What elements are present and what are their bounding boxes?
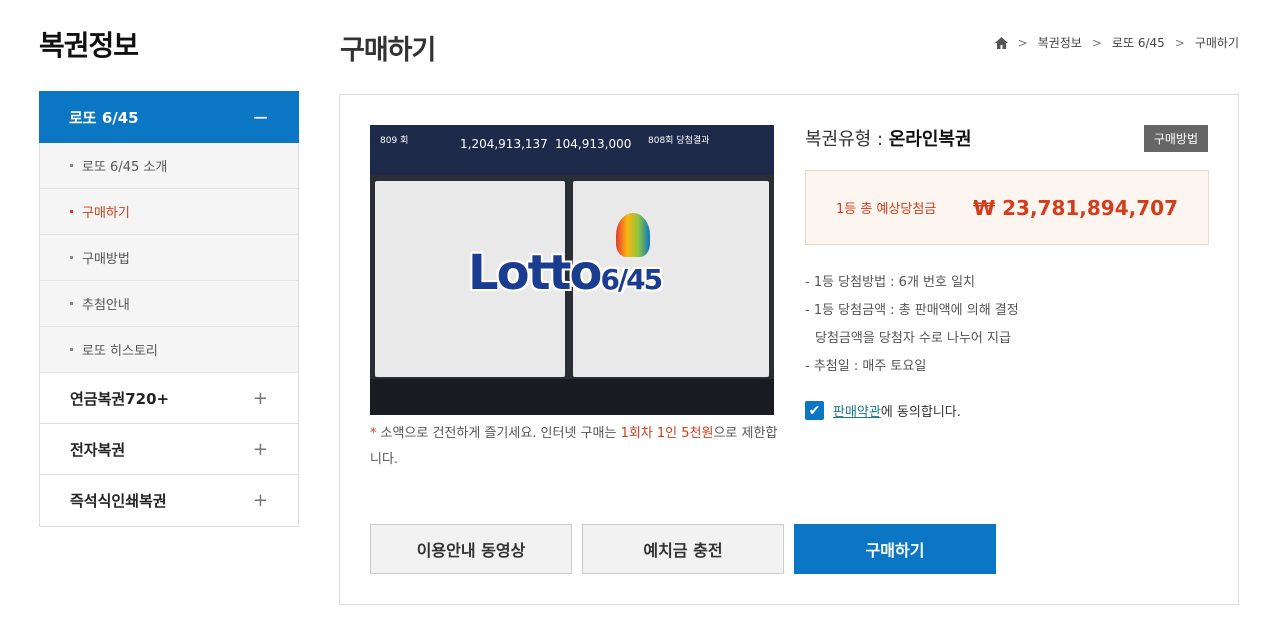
chevron-right-icon: >: [1017, 35, 1028, 50]
breadcrumb: > 복권정보 > 로또 6/45 > 구매하기: [994, 34, 1239, 51]
terms-checkbox[interactable]: ✔: [805, 401, 824, 420]
jackpot-estimate-box: 1등 총 예상당첨금 ₩ 23,781,894,707: [805, 170, 1209, 245]
breadcrumb-item[interactable]: 로또 6/45: [1112, 34, 1165, 51]
breadcrumb-item[interactable]: 복권정보: [1038, 34, 1082, 51]
expand-icon[interactable]: +: [253, 439, 268, 460]
chevron-right-icon: >: [1091, 35, 1102, 50]
info-line: - 1등 당첨방법 : 6개 번호 일치: [805, 275, 976, 290]
prize-info-list: - 1등 당첨방법 : 6개 번호 일치 - 1등 당첨금액 : 총 판매액에 …: [805, 269, 1019, 381]
sidebar-item-label: 로또 6/45: [69, 108, 139, 127]
lottery-type: 복권유형 : 온라인복권: [805, 129, 972, 150]
sidebar-subitem-purchase[interactable]: 구매하기: [40, 189, 298, 235]
sidebar-title: 복권정보: [39, 29, 139, 62]
expand-icon[interactable]: +: [253, 490, 268, 511]
image-header-bar: 809 회 1,204,913,137 104,913,000 808회 당첨결…: [370, 125, 774, 175]
sidebar-subitem-intro[interactable]: 로또 6/45 소개: [40, 143, 298, 189]
bullet-icon: [70, 302, 73, 305]
sidebar-item-pension720[interactable]: 연금복권720+ +: [40, 373, 298, 424]
purchase-limit-notice: * 소액으로 건전하게 즐기세요. 인터넷 구매는 1회차 1인 5천원으로 제한…: [370, 426, 778, 467]
terms-link[interactable]: 판매약관: [833, 401, 881, 420]
guide-video-button[interactable]: 이용안내 동영상: [370, 524, 572, 574]
lotto-purchase-preview-image: 809 회 1,204,913,137 104,913,000 808회 당첨결…: [370, 125, 774, 415]
info-line: - 추첨일 : 매주 토요일: [805, 359, 927, 374]
sidebar-item-instant[interactable]: 즉석식인쇄복권 +: [40, 475, 298, 526]
sidebar-subitem-draw[interactable]: 추첨안내: [40, 281, 298, 327]
sidebar-item-electronic[interactable]: 전자복권 +: [40, 424, 298, 475]
bullet-icon: [70, 210, 73, 213]
collapse-icon[interactable]: −: [252, 105, 269, 129]
jackpot-amount: ₩ 23,781,894,707: [973, 195, 1178, 220]
sidebar-subitem-history[interactable]: 로또 히스토리: [40, 327, 298, 373]
purchase-box: 809 회 1,204,913,137 104,913,000 808회 당첨결…: [339, 94, 1239, 605]
terms-agreement[interactable]: ✔ 판매약관 에 동의합니다.: [805, 401, 961, 420]
bullet-icon: [70, 164, 73, 167]
lotto-logo: Lotto6/45: [468, 245, 663, 301]
sidebar-item-lotto645[interactable]: 로또 6/45 −: [39, 91, 299, 143]
expand-icon[interactable]: +: [253, 388, 268, 409]
home-icon[interactable]: [994, 36, 1008, 49]
sidebar-nav: 로또 6/45 − 로또 6/45 소개 구매하기 구매방법 추첨안내 로또 히…: [39, 91, 299, 527]
bullet-icon: [70, 348, 73, 351]
sidebar-subitem-howto[interactable]: 구매방법: [40, 235, 298, 281]
breadcrumb-item: 구매하기: [1194, 36, 1239, 50]
image-footer-bar: [370, 379, 774, 415]
bullet-icon: [70, 256, 73, 259]
how-to-buy-button[interactable]: 구매방법: [1143, 125, 1208, 152]
jackpot-label: 1등 총 예상당첨금: [836, 202, 937, 217]
page-title: 구매하기: [340, 35, 436, 66]
sidebar-submenu: 로또 6/45 소개 구매하기 구매방법 추첨안내 로또 히스토리: [40, 143, 298, 373]
buy-button[interactable]: 구매하기: [794, 524, 996, 574]
info-line: 당첨금액을 당첨자 수로 나누어 지급: [815, 331, 1011, 346]
info-line: - 1등 당첨금액 : 총 판매액에 의해 결정: [805, 303, 1019, 318]
chevron-right-icon: >: [1174, 35, 1185, 50]
deposit-charge-button[interactable]: 예치금 충전: [582, 524, 784, 574]
